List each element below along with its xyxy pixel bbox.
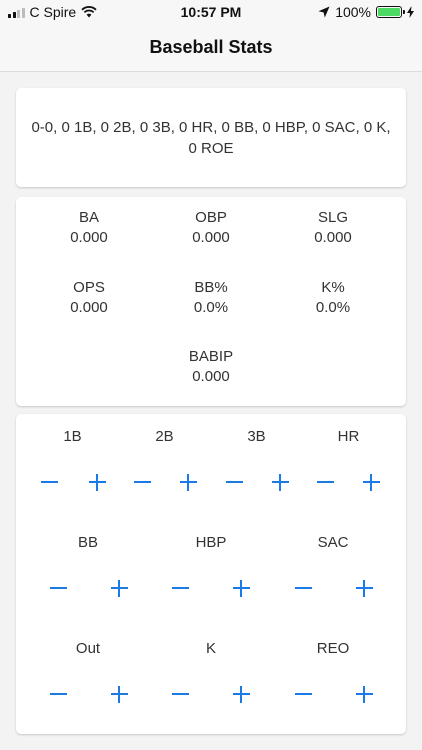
increment-reo-button[interactable] [349,679,379,709]
label-hbp: HBP [195,534,227,551]
plus-icon [271,473,289,491]
decrement-k-button[interactable] [165,679,195,709]
stat-ops: OPS 0.000 [24,278,154,318]
minus-icon [294,693,312,695]
stat-value: 0.000 [314,229,352,246]
charging-bolt-icon [407,6,414,18]
stat-label: BA [78,209,99,226]
decrement-out-button[interactable] [43,679,73,709]
stat-babip: BABIP 0.000 [146,347,276,387]
decrement-3b-button[interactable] [219,467,249,497]
minus-icon [40,481,58,483]
increment-3b-button[interactable] [265,467,295,497]
controls-card: 1B 2B 3B HR BB HBP SAC Out K REO [16,414,406,734]
minus-icon [133,481,151,483]
plus-icon [232,685,250,703]
label-sac: SAC [317,534,349,551]
stat-value: 0.000 [70,299,108,316]
navigation-bar: Baseball Stats [0,24,422,72]
status-bar: C Spire 10:57 PM 100% [0,0,422,24]
stat-value: 0.0% [315,299,351,316]
label-reo: REO [316,640,350,657]
decrement-reo-button[interactable] [288,679,318,709]
increment-out-button[interactable] [104,679,134,709]
minus-icon [171,693,189,695]
stat-label: BABIP [188,348,234,365]
plus-icon [88,473,106,491]
plus-icon [110,579,128,597]
plus-icon [362,473,380,491]
page-title: Baseball Stats [149,37,273,57]
plus-icon [179,473,197,491]
location-arrow-icon [318,6,330,18]
plus-icon [232,579,250,597]
stats-card: BA 0.000 OBP 0.000 SLG 0.000 OPS 0.000 B… [16,197,406,406]
minus-icon [49,587,67,589]
stat-line-summary: 0-0, 0 1B, 0 2B, 0 3B, 0 HR, 0 BB, 0 HBP… [31,118,391,157]
increment-sac-button[interactable] [349,573,379,603]
stat-label: OPS [73,279,105,296]
stat-label: SLG [317,209,348,226]
minus-icon [171,587,189,589]
stat-k-percent: K% 0.0% [268,278,398,318]
decrement-sac-button[interactable] [288,573,318,603]
plus-icon [355,685,373,703]
increment-k-button[interactable] [226,679,256,709]
increment-bb-button[interactable] [104,573,134,603]
increment-hbp-button[interactable] [226,573,256,603]
stat-obp: OBP 0.000 [146,208,276,248]
stat-value: 0.000 [192,368,230,385]
decrement-hbp-button[interactable] [165,573,195,603]
battery-percent: 100% [335,4,371,20]
stat-slg: SLG 0.000 [268,208,398,248]
label-hr: HR [337,428,360,445]
minus-icon [294,587,312,589]
stat-value: 0.0% [193,299,229,316]
decrement-hr-button[interactable] [310,467,340,497]
minus-icon [225,481,243,483]
plus-icon [355,579,373,597]
stat-label: OBP [195,209,227,226]
label-out: Out [75,640,101,657]
increment-hr-button[interactable] [356,467,386,497]
increment-2b-button[interactable] [173,467,203,497]
stat-value: 0.000 [192,229,230,246]
summary-card: 0-0, 0 1B, 0 2B, 0 3B, 0 HR, 0 BB, 0 HBP… [16,88,406,187]
status-right: 100% [318,4,414,20]
minus-icon [316,481,334,483]
label-k: K [205,640,216,657]
plus-icon [110,685,128,703]
stat-label: BB% [194,279,228,296]
decrement-1b-button[interactable] [34,467,64,497]
minus-icon [49,693,67,695]
stat-bb-percent: BB% 0.0% [146,278,276,318]
stat-value: 0.000 [70,229,108,246]
label-bb: BB [77,534,98,551]
increment-1b-button[interactable] [82,467,112,497]
stat-ba: BA 0.000 [24,208,154,248]
stat-label: K% [321,279,345,296]
battery-icon [376,6,405,18]
decrement-bb-button[interactable] [43,573,73,603]
decrement-2b-button[interactable] [127,467,157,497]
